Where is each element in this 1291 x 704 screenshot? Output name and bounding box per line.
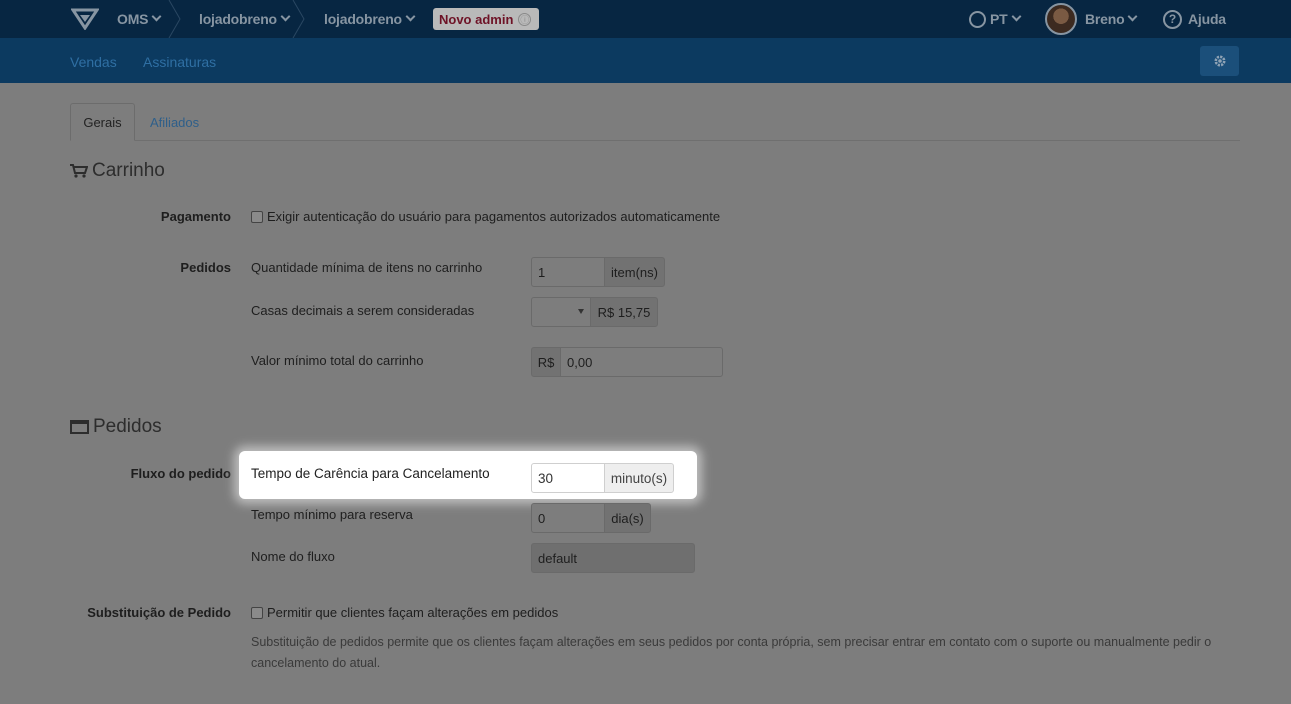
- reserve-time-unit: dia(s): [604, 503, 651, 533]
- grace-period-input[interactable]: 30: [531, 463, 605, 493]
- account-switcher[interactable]: lojadobreno: [324, 0, 416, 38]
- section-cart-title: Carrinho: [70, 160, 165, 182]
- highlight-grace-period: Tempo de Carência para Cancelamento 30 m…: [239, 451, 697, 499]
- app-switcher[interactable]: OMS: [117, 0, 162, 38]
- min-total-input[interactable]: 0,00: [560, 347, 723, 377]
- vtex-logo-icon[interactable]: [71, 8, 99, 30]
- payment-auth-checkbox-label: Exigir autenticação do usuário para paga…: [267, 209, 721, 224]
- payment-label: Pagamento: [160, 209, 231, 224]
- tab-affiliates[interactable]: Afiliados: [150, 115, 199, 130]
- decimals-select[interactable]: [531, 297, 591, 327]
- store-name: lojadobreno: [199, 11, 277, 27]
- tab-general[interactable]: Gerais: [70, 103, 135, 141]
- app-name: OMS: [117, 11, 149, 27]
- min-items-label: Quantidade mínima de itens no carrinho: [251, 260, 483, 275]
- help-link[interactable]: ? Ajuda: [1163, 0, 1226, 38]
- nav-link-subscriptions[interactable]: Assinaturas: [143, 54, 216, 70]
- currency-prefix: R$: [531, 347, 561, 377]
- reserve-time-label: Tempo mínimo para reserva: [251, 507, 413, 522]
- cart-icon: [70, 164, 88, 178]
- top-navbar: OMS lojadobreno lojadobreno Novo admin ⓘ…: [0, 0, 1291, 38]
- decimals-example: R$ 15,75: [590, 297, 658, 327]
- account-name: lojadobreno: [324, 11, 402, 27]
- tabs-divider: [70, 140, 1240, 141]
- decimals-label: Casas decimais a serem consideradas: [251, 303, 475, 318]
- flow-name-label: Nome do fluxo: [251, 549, 335, 564]
- chevron-down-icon: [405, 11, 416, 21]
- order-replace-checkbox-label: Permitir que clientes façam alterações e…: [267, 605, 559, 620]
- section-orders-title: Pedidos: [70, 416, 162, 438]
- help-label: Ajuda: [1188, 11, 1226, 27]
- info-icon: ⓘ: [518, 12, 532, 26]
- user-name: Breno: [1085, 11, 1125, 27]
- chevron-down-icon: [1128, 11, 1138, 21]
- help-icon: ?: [1163, 9, 1182, 29]
- flow-name-input: default: [531, 543, 695, 573]
- breadcrumb-separator-icon: [292, 0, 305, 38]
- section-cart-label: Carrinho: [92, 160, 165, 181]
- min-items-input[interactable]: 1: [531, 257, 605, 287]
- language-switcher[interactable]: PT: [969, 0, 1021, 38]
- globe-icon: [969, 10, 986, 28]
- grace-period-unit: minuto(s): [604, 463, 674, 493]
- chevron-down-icon: [1011, 11, 1021, 21]
- caret-down-icon: [578, 309, 584, 314]
- table-icon: [70, 420, 89, 434]
- order-replace-label: Substituição de Pedido: [87, 605, 231, 620]
- nav-link-sales[interactable]: Vendas: [70, 54, 117, 70]
- chevron-down-icon: [151, 11, 162, 21]
- min-total-label: Valor mínimo total do carrinho: [251, 353, 424, 368]
- new-admin-label: Novo admin: [439, 11, 514, 27]
- order-replace-checkbox[interactable]: [251, 607, 263, 619]
- section-orders-label: Pedidos: [93, 416, 162, 437]
- breadcrumb-separator-icon: [168, 0, 181, 38]
- payment-auth-checkbox[interactable]: [251, 211, 263, 223]
- min-items-unit: item(ns): [604, 257, 665, 287]
- order-replace-help: Substituição de pedidos permite que os c…: [251, 635, 1212, 670]
- order-flow-label: Fluxo do pedido: [130, 466, 231, 481]
- gear-icon: [1214, 55, 1225, 67]
- store-switcher[interactable]: lojadobreno: [199, 0, 291, 38]
- user-menu[interactable]: Breno: [1045, 0, 1138, 38]
- new-admin-badge[interactable]: Novo admin ⓘ: [433, 8, 539, 30]
- grace-period-label: Tempo de Carência para Cancelamento: [251, 466, 490, 481]
- orders-label: Pedidos: [180, 260, 231, 275]
- chevron-down-icon: [280, 11, 291, 21]
- settings-button[interactable]: [1200, 46, 1239, 76]
- avatar: [1045, 3, 1077, 35]
- language-code: PT: [990, 11, 1008, 27]
- reserve-time-input[interactable]: 0: [531, 503, 605, 533]
